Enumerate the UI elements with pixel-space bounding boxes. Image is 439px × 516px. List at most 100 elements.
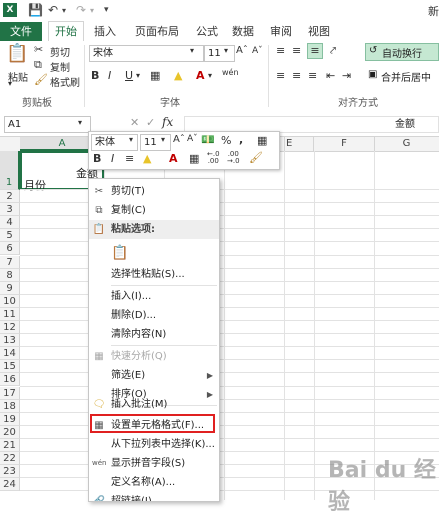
tab-page-layout[interactable]: 页面布局 xyxy=(128,22,186,41)
align-middle-icon[interactable]: ≡ xyxy=(292,44,301,57)
row-header-4[interactable]: 4 xyxy=(0,216,20,230)
paste-option-button[interactable]: 📋 xyxy=(89,241,219,265)
cancel-icon[interactable]: ✕ xyxy=(130,116,139,129)
copy-icon[interactable]: ⧉ xyxy=(34,58,42,72)
row-header-1[interactable]: 1 xyxy=(0,151,20,190)
row-header-14[interactable]: 14 xyxy=(0,347,20,361)
shrink-font-icon[interactable]: Aˇ xyxy=(187,134,198,144)
row-header-10[interactable]: 10 xyxy=(0,294,20,308)
align-center-icon[interactable]: ≡ xyxy=(292,69,301,82)
accounting-format-icon[interactable]: 💵 xyxy=(201,133,215,146)
menu-item-cut[interactable]: ✂ 剪切(T) xyxy=(89,182,219,201)
redo-dropdown-icon[interactable]: ▾ xyxy=(90,6,94,15)
column-header-e[interactable]: E xyxy=(284,137,314,151)
select-all-button[interactable] xyxy=(0,137,21,151)
mini-fill-color-icon[interactable]: ▲ xyxy=(143,152,151,165)
chevron-down-icon[interactable]: ▾ xyxy=(78,118,82,127)
paste-icon[interactable]: 📋 xyxy=(6,43,28,69)
increase-decimal-button[interactable]: ←.0 .00 xyxy=(207,151,220,165)
row-header-11[interactable]: 11 xyxy=(0,307,20,321)
row-header-18[interactable]: 18 xyxy=(0,399,20,413)
row-header-3[interactable]: 3 xyxy=(0,203,20,217)
mini-font-color-icon[interactable]: A xyxy=(169,152,178,165)
row-header-13[interactable]: 13 xyxy=(0,334,20,348)
menu-item-copy[interactable]: ⧉ 复制(C) xyxy=(89,201,219,220)
mini-size-select[interactable]: 11 xyxy=(140,134,171,151)
tab-view[interactable]: 视图 xyxy=(302,22,336,41)
column-header-g[interactable]: G xyxy=(374,137,439,151)
menu-item-quick-analysis[interactable]: ▦ 快速分析(Q) xyxy=(89,347,219,366)
menu-item-delete[interactable]: 删除(D)... xyxy=(89,306,219,325)
customize-qat-icon[interactable]: ▾ xyxy=(104,5,109,15)
save-icon[interactable]: 💾 xyxy=(28,3,43,17)
enter-icon[interactable]: ✓ xyxy=(146,116,155,129)
font-name-select[interactable]: 宋体 xyxy=(89,45,204,62)
chevron-down-icon[interactable]: ▾ xyxy=(190,46,194,55)
tab-data[interactable]: 数据 xyxy=(226,22,260,41)
row-header-20[interactable]: 20 xyxy=(0,425,20,439)
font-color-button[interactable]: A xyxy=(196,69,205,82)
align-right-icon[interactable]: ≡ xyxy=(308,69,317,82)
row-header-9[interactable]: 9 xyxy=(0,281,20,295)
underline-dropdown-icon[interactable]: ▾ xyxy=(136,71,140,80)
bold-button[interactable]: B xyxy=(91,69,99,82)
column-header-f[interactable]: F xyxy=(314,137,375,151)
menu-item-show-phonetic[interactable]: wén 显示拼音字段(S) xyxy=(89,454,219,473)
grow-font-icon[interactable]: Aˆ xyxy=(236,45,248,56)
mini-format-painter-icon[interactable]: 🖌 xyxy=(249,151,263,164)
shrink-font-icon[interactable]: Aˇ xyxy=(252,46,263,56)
menu-item-insert-comment[interactable]: 🗨 插入批注(M) xyxy=(89,395,219,414)
insert-function-button[interactable]: fx xyxy=(162,115,173,129)
menu-item-paste-special[interactable]: 选择性粘贴(S)... xyxy=(89,265,219,284)
row-header-8[interactable]: 8 xyxy=(0,268,20,282)
row-header-5[interactable]: 5 xyxy=(0,229,20,243)
undo-icon[interactable]: ↶ xyxy=(48,3,58,17)
row-header-12[interactable]: 12 xyxy=(0,321,20,335)
menu-item-define-name[interactable]: 定义名称(A)... xyxy=(89,473,219,492)
increase-indent-icon[interactable]: ⇥ xyxy=(342,69,351,82)
font-size-select[interactable]: 11 xyxy=(204,45,235,62)
row-header-15[interactable]: 15 xyxy=(0,360,20,374)
row-header-2[interactable]: 2 xyxy=(0,190,20,204)
chevron-down-icon[interactable]: ▾ xyxy=(161,135,165,144)
mini-borders2-icon[interactable]: ▦ xyxy=(189,152,199,165)
merge-center-button[interactable]: ▣ 合并后居中 xyxy=(366,68,439,84)
row-header-19[interactable]: 19 xyxy=(0,412,20,426)
row-header-24[interactable]: 24 xyxy=(0,478,20,492)
menu-item-clear-contents[interactable]: 清除内容(N) xyxy=(89,325,219,344)
menu-item-filter[interactable]: 筛选(E) ▶ xyxy=(89,366,219,385)
format-painter-button[interactable]: 格式刷 xyxy=(50,74,80,89)
row-header-16[interactable]: 16 xyxy=(0,373,20,387)
tab-home[interactable]: 开始 xyxy=(48,21,84,42)
undo-dropdown-icon[interactable]: ▾ xyxy=(62,6,66,15)
menu-item-insert[interactable]: 插入(I)... xyxy=(89,287,219,306)
borders-icon[interactable]: ▦ xyxy=(150,69,160,82)
tab-insert[interactable]: 插入 xyxy=(88,22,122,41)
tab-review[interactable]: 审阅 xyxy=(264,22,298,41)
menu-item-hyperlink[interactable]: 🔗 超链接(I)... xyxy=(89,492,219,501)
comma-style-button[interactable]: , xyxy=(239,133,243,146)
format-painter-icon[interactable]: 🖌 xyxy=(34,73,48,86)
tab-file[interactable]: 文件 xyxy=(0,22,42,41)
grow-font-icon[interactable]: Aˆ xyxy=(173,134,185,145)
menu-item-pick-from-list[interactable]: 从下拉列表中选择(K)... xyxy=(89,435,219,454)
decrease-decimal-button[interactable]: .00 →.0 xyxy=(227,151,240,165)
percent-style-button[interactable]: % xyxy=(221,134,231,147)
italic-button[interactable]: I xyxy=(108,69,111,82)
chevron-down-icon[interactable]: ▾ xyxy=(129,135,133,144)
cut-button[interactable]: 剪切 xyxy=(50,44,70,59)
tab-formulas[interactable]: 公式 xyxy=(190,22,224,41)
orientation-icon[interactable]: ⤤ xyxy=(330,44,336,58)
font-color-dropdown-icon[interactable]: ▾ xyxy=(208,71,212,80)
scissors-icon[interactable]: ✂ xyxy=(34,43,43,56)
mini-italic-button[interactable]: I xyxy=(111,152,114,165)
align-left-icon[interactable]: ≡ xyxy=(276,69,285,82)
fill-color-icon[interactable]: ▲ xyxy=(174,69,182,82)
wrap-text-button[interactable]: ↺ 自动换行 xyxy=(365,43,439,61)
copy-button[interactable]: 复制 xyxy=(50,59,70,74)
row-header-6[interactable]: 6 xyxy=(0,242,20,256)
mini-borders-icon[interactable]: ▦ xyxy=(257,134,267,147)
mini-bold-button[interactable]: B xyxy=(93,152,101,165)
paste-dropdown-icon[interactable]: ▾ xyxy=(8,79,12,88)
redo-icon[interactable]: ↷ xyxy=(76,3,86,17)
